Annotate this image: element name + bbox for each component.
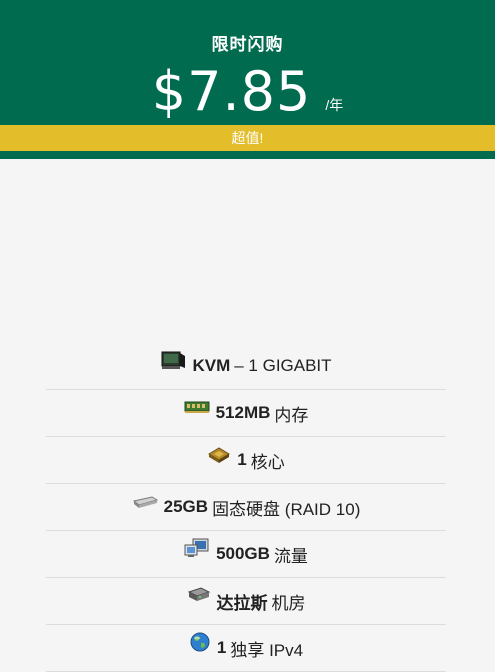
monitor-icon <box>184 537 210 559</box>
pricing-header: 限时闪购 $7.85/年 超值! <box>0 0 495 159</box>
value-badge: 超值! <box>0 125 495 151</box>
feature-bold: 500GB <box>216 544 270 563</box>
feature-text: 核心 <box>250 452 285 472</box>
memory-icon <box>184 399 210 415</box>
server-icon <box>160 350 186 370</box>
feature-text: 固态硬盘 (RAID 10) <box>212 499 361 519</box>
feature-cpu: 1 核心 <box>46 437 446 484</box>
feature-bold: 1 <box>216 638 227 657</box>
disk-icon <box>132 493 158 509</box>
price-row: $7.85/年 <box>0 60 495 123</box>
feature-text: 流量 <box>273 546 308 566</box>
feature-text: 机房 <box>271 593 306 613</box>
feature-bold: 512MB <box>215 403 271 422</box>
feature-traffic: 500GB 流量 <box>46 531 446 578</box>
feature-bold: KVM <box>192 356 231 375</box>
feature-bold: 1 <box>237 450 247 469</box>
feature-bold: 25GB <box>163 497 209 516</box>
price-unit: /年 <box>325 97 344 113</box>
feature-ip: 1 独享 IPv4 <box>46 625 446 672</box>
globe-icon <box>189 631 211 653</box>
feature-text: 独享 IPv4 <box>230 640 304 660</box>
feature-text: – 1 GIGABIT <box>234 356 332 375</box>
cpu-icon <box>207 444 231 464</box>
price: $7.85 <box>151 60 312 123</box>
feature-datacenter: 达拉斯 机房 <box>46 578 446 625</box>
plan-title: 限时闪购 <box>211 35 284 54</box>
feature-text: 内存 <box>274 405 309 425</box>
feature-memory: 512MB 内存 <box>46 390 446 437</box>
feature-virtualization: KVM – 1 GIGABIT <box>46 343 446 390</box>
datacenter-icon <box>187 586 211 604</box>
feature-storage: 25GB 固态硬盘 (RAID 10) <box>46 484 446 531</box>
feature-bold: 达拉斯 <box>216 593 268 613</box>
